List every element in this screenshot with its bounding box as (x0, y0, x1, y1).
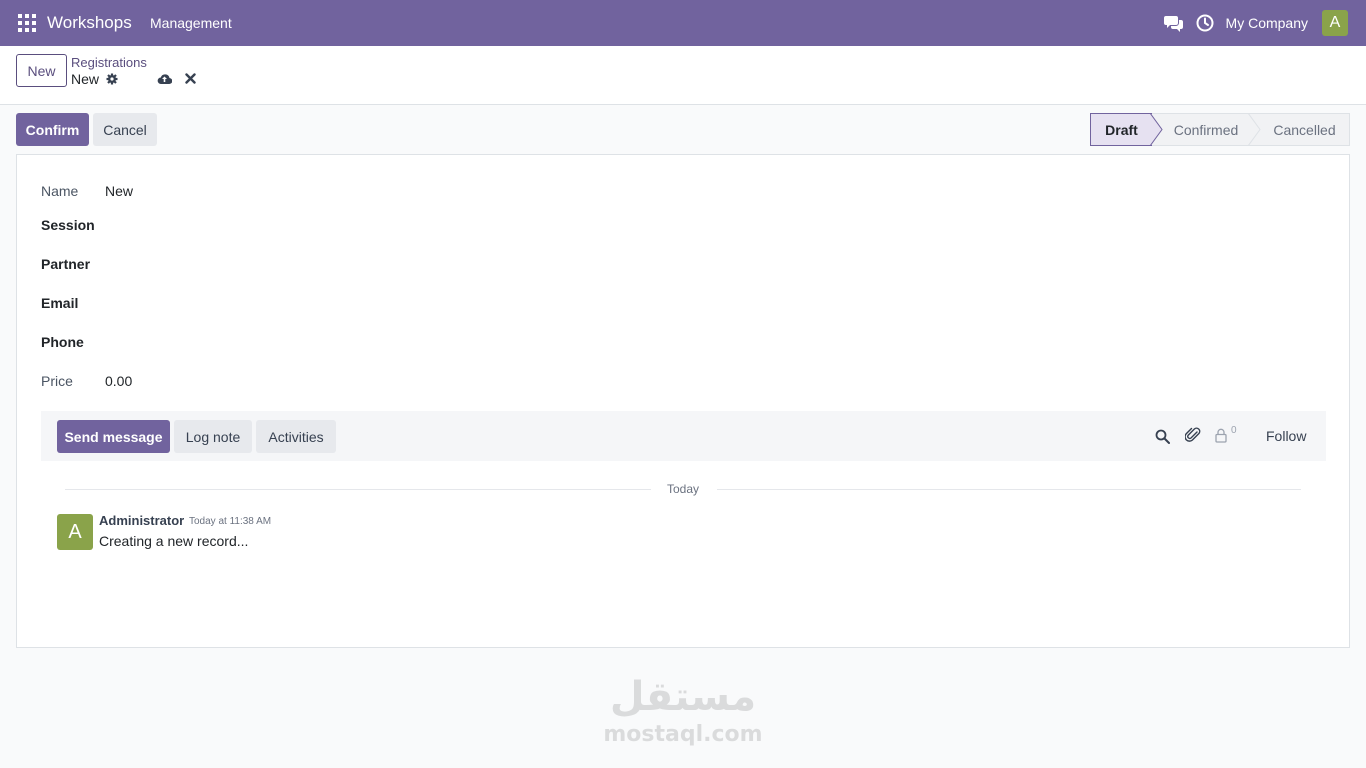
gear-icon[interactable] (106, 73, 118, 85)
status-bar: Draft Confirmed Cancelled (1090, 113, 1350, 146)
company-switcher[interactable]: My Company (1226, 15, 1308, 31)
message-author[interactable]: Administrator (99, 513, 184, 528)
stage-draft[interactable]: Draft (1090, 113, 1152, 146)
paperclip-icon[interactable] (1185, 427, 1201, 444)
phone-field[interactable] (105, 334, 505, 352)
email-label: Email (41, 295, 79, 311)
top-navbar: Workshops Management My Company A (0, 0, 1366, 46)
save-cloud-icon[interactable] (157, 72, 172, 85)
activities-button[interactable]: Activities (256, 420, 336, 453)
message-date: Today at 11:38 AM (189, 516, 272, 527)
chatter-topbar: Send message Log note Activities 0 Follo… (41, 411, 1326, 461)
breadcrumb-registrations[interactable]: Registrations (71, 55, 147, 70)
stage-confirmed-label: Confirmed (1173, 121, 1239, 138)
stage-arrow-confirmed (1248, 113, 1261, 146)
follow-button[interactable]: Follow (1266, 428, 1306, 444)
control-panel: New Registrations New (0, 46, 1366, 105)
date-divider-right (717, 489, 1301, 490)
partner-label: Partner (41, 256, 91, 272)
phone-label: Phone (41, 334, 84, 350)
name-label: Name (41, 183, 79, 199)
name-value[interactable]: New (105, 183, 133, 199)
price-value[interactable]: 0.00 (105, 373, 132, 389)
message-author-avatar[interactable]: A (57, 514, 93, 550)
stage-cancelled-label: Cancelled (1273, 121, 1336, 138)
clock-icon[interactable] (1196, 14, 1214, 32)
navbar-systray: My Company A (1163, 0, 1348, 46)
date-separator: Today (667, 482, 700, 496)
session-label: Session (41, 217, 95, 233)
stage-cancelled[interactable]: Cancelled (1250, 113, 1350, 146)
confirm-button[interactable]: Confirm (16, 113, 89, 146)
search-icon[interactable] (1155, 429, 1170, 444)
send-message-button[interactable]: Send message (57, 420, 170, 453)
email-field[interactable] (105, 295, 505, 313)
apps-grid-icon[interactable] (18, 14, 36, 32)
chat-icon[interactable] (1163, 14, 1184, 32)
watermark-arabic: مستقل (609, 674, 757, 720)
price-label: Price (41, 373, 73, 389)
followers-lock-icon[interactable] (1215, 428, 1227, 443)
user-avatar[interactable]: A (1322, 10, 1348, 36)
log-note-button[interactable]: Log note (174, 420, 252, 453)
discard-icon[interactable] (185, 73, 196, 84)
breadcrumb-current: New (71, 71, 100, 87)
partner-field[interactable] (105, 256, 505, 274)
form-sheet: Name New Session Partner Email Phone Pri… (16, 154, 1350, 648)
app-title[interactable]: Workshops (47, 13, 132, 33)
watermark-latin: mostaql.com (603, 722, 763, 747)
stage-arrow-draft (1150, 113, 1163, 146)
mostaql-watermark: مستقل mostaql.com (600, 672, 766, 754)
session-field[interactable] (105, 217, 505, 235)
cancel-button[interactable]: Cancel (93, 113, 157, 146)
stage-confirmed[interactable]: Confirmed (1152, 113, 1250, 146)
follower-count: 0 (1231, 425, 1237, 436)
date-divider-left (65, 489, 651, 490)
message-body: Creating a new record... (99, 533, 249, 549)
new-record-button[interactable]: New (16, 54, 67, 87)
menu-item-management[interactable]: Management (150, 15, 232, 31)
